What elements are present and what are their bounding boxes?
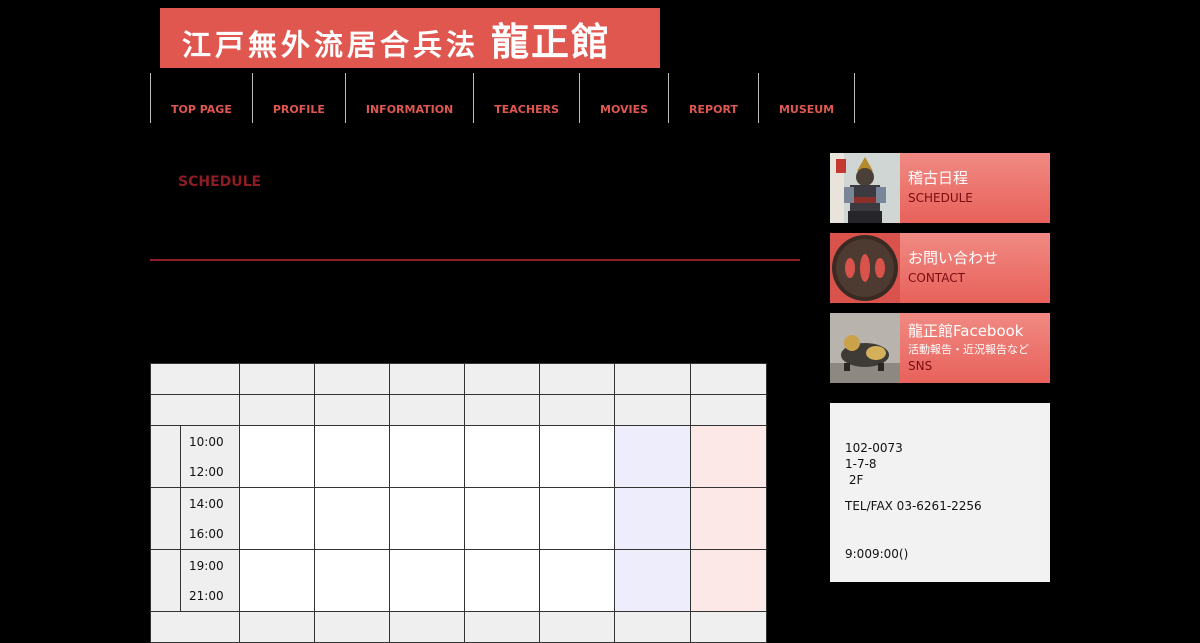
saturday-cell [614, 549, 691, 612]
day-cell [314, 425, 390, 488]
banner-title: お問い合わせ [908, 249, 999, 267]
banner-title: 稽古日程 [908, 169, 969, 187]
day-cell [539, 549, 615, 612]
nav-teachers[interactable]: TEACHERS [474, 73, 580, 123]
header-cell [314, 394, 390, 426]
day-cell [539, 487, 615, 550]
start-time: 19:00 [189, 558, 224, 573]
header-cell [464, 363, 540, 395]
header-cell [314, 363, 390, 395]
header-cell [150, 394, 240, 426]
nav-information[interactable]: INFORMATION [346, 73, 475, 123]
page-title: SCHEDULE [178, 174, 262, 190]
footer-cell [389, 611, 465, 643]
title-divider [150, 259, 800, 261]
footer-cell [614, 611, 691, 643]
table-row: 10:00 12:00 [150, 425, 767, 488]
end-time: 12:00 [189, 464, 224, 479]
footer-cell [690, 611, 767, 643]
footer-cell [464, 611, 540, 643]
site-logo[interactable]: 江戸無外流居合兵法 龍正館 [160, 8, 660, 68]
header-cell [150, 363, 240, 395]
nav-top-page[interactable]: TOP PAGE [151, 73, 253, 123]
start-time: 10:00 [189, 434, 224, 449]
logo-text: 江戸無外流居合兵法 龍正館 [182, 18, 612, 64]
day-cell [239, 425, 315, 488]
period-cell [150, 549, 181, 612]
footer-cell [150, 611, 240, 643]
day-cell [464, 549, 540, 612]
netsuke-image [830, 313, 900, 383]
facebook-banner[interactable]: 龍正館Facebook 活動報告・近況報告など SNS [830, 313, 1050, 383]
saturday-cell [614, 425, 691, 488]
address: 1-7-8 [845, 457, 877, 471]
day-cell [389, 549, 465, 612]
contact-banner[interactable]: お問い合わせ CONTACT [830, 233, 1050, 303]
footer-cell [539, 611, 615, 643]
schedule-banner[interactable]: 稽古日程 SCHEDULE [830, 153, 1050, 223]
header-cell [539, 394, 615, 426]
banner-subtitle: SCHEDULE [908, 191, 973, 205]
nav-museum[interactable]: MUSEUM [759, 73, 856, 123]
saturday-cell [614, 487, 691, 550]
period-cell [150, 425, 181, 488]
day-cell [539, 425, 615, 488]
header-cell [614, 394, 691, 426]
day-cell [389, 425, 465, 488]
day-cell [389, 487, 465, 550]
nav-movies[interactable]: MOVIES [580, 73, 670, 123]
header-cell [389, 363, 465, 395]
day-cell [239, 549, 315, 612]
nav-profile[interactable]: PROFILE [253, 73, 346, 123]
time-cell: 19:00 21:00 [180, 549, 240, 612]
header-cell [464, 394, 540, 426]
main-nav: TOP PAGE PROFILE INFORMATION TEACHERS MO… [150, 73, 856, 123]
header-cell [690, 363, 767, 395]
day-cell [314, 549, 390, 612]
day-cell [464, 487, 540, 550]
table-row: 14:00 16:00 [150, 487, 767, 550]
table-row: 19:00 21:00 [150, 549, 767, 612]
hours: 9:009:00() [845, 547, 909, 561]
day-cell [464, 425, 540, 488]
nav-report[interactable]: REPORT [669, 73, 759, 123]
header-cell [539, 363, 615, 395]
sunday-cell [690, 425, 767, 488]
tel-fax: TEL/FAX 03-6261-2256 [845, 499, 982, 513]
day-cell [239, 487, 315, 550]
schedule-table: 10:00 12:00 14:00 16:00 19:00 21:00 [150, 363, 767, 643]
banner-subtitle: CONTACT [908, 271, 965, 285]
header-cell [614, 363, 691, 395]
tsuba-image [830, 233, 900, 303]
start-time: 14:00 [189, 496, 224, 511]
armor-image [830, 153, 900, 223]
contact-info-box: 102-0073 1-7-8 2F TEL/FAX 03-6261-2256 9… [830, 403, 1050, 582]
banner-tag: SNS [908, 359, 933, 373]
banner-subtitle: 活動報告・近況報告など [908, 343, 1029, 356]
table-subheader-row [150, 394, 767, 426]
time-cell: 14:00 16:00 [180, 487, 240, 550]
header-cell [389, 394, 465, 426]
footer-cell [239, 611, 315, 643]
sunday-cell [690, 549, 767, 612]
sunday-cell [690, 487, 767, 550]
banner-title: 龍正館Facebook [908, 322, 1024, 340]
header-cell [690, 394, 767, 426]
header-cell [239, 394, 315, 426]
header-cell [239, 363, 315, 395]
end-time: 21:00 [189, 588, 224, 603]
end-time: 16:00 [189, 526, 224, 541]
table-header-row [150, 363, 767, 395]
period-cell [150, 487, 181, 550]
time-cell: 10:00 12:00 [180, 425, 240, 488]
table-footer-row [150, 611, 767, 643]
postal-code: 102-0073 [845, 441, 903, 455]
floor: 2F [845, 473, 864, 487]
footer-cell [314, 611, 390, 643]
day-cell [314, 487, 390, 550]
